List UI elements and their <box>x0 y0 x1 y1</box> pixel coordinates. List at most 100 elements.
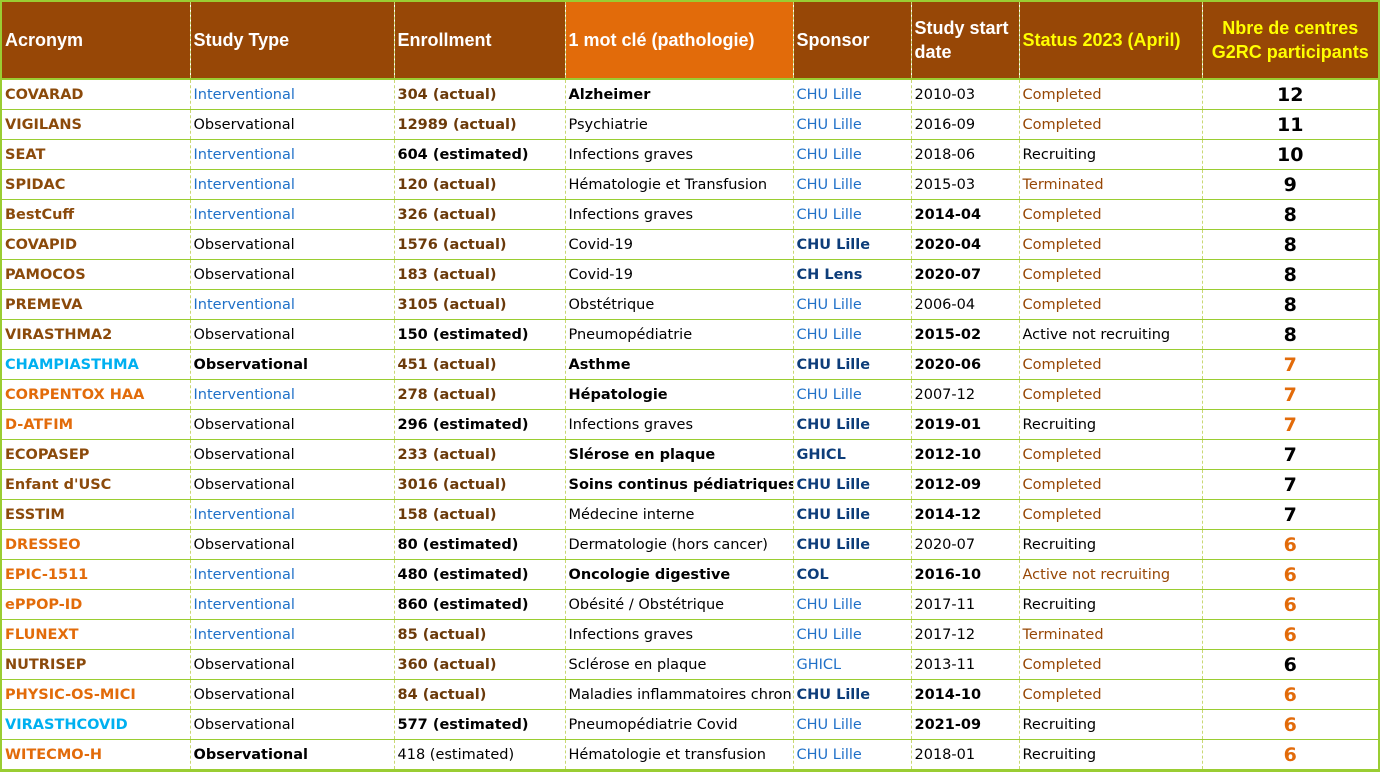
cell-acronym[interactable]: COVAPID <box>2 229 190 260</box>
cell-start-date[interactable]: 2020-07 <box>910 259 1019 290</box>
cell-status[interactable]: Completed <box>1018 439 1202 470</box>
cell-sponsor[interactable]: CHU Lille <box>792 109 911 140</box>
cell-enrollment[interactable]: 360 (actual) <box>393 649 565 680</box>
cell-enrollment[interactable]: 12989 (actual) <box>393 109 565 140</box>
cell-keyword[interactable]: Asthme <box>564 349 793 380</box>
cell-sponsor[interactable]: CHU Lille <box>792 349 911 380</box>
cell-enrollment[interactable]: 3105 (actual) <box>393 289 565 320</box>
cell-enrollment[interactable]: 326 (actual) <box>393 199 565 230</box>
cell-acronym[interactable]: DRESSEO <box>2 529 190 560</box>
cell-study-type[interactable]: Observational <box>189 469 394 500</box>
cell-keyword[interactable]: Obésité / Obstétrique <box>564 589 793 620</box>
cell-status[interactable]: Completed <box>1018 79 1202 110</box>
cell-enrollment[interactable]: 80 (estimated) <box>393 529 565 560</box>
cell-acronym[interactable]: BestCuff <box>2 199 190 230</box>
cell-study-type[interactable]: Observational <box>189 319 394 350</box>
cell-keyword[interactable]: Oncologie digestive <box>564 559 793 590</box>
cell-start-date[interactable]: 2020-04 <box>910 229 1019 260</box>
cell-enrollment[interactable]: 480 (estimated) <box>393 559 565 590</box>
cell-status[interactable]: Recruiting <box>1018 739 1202 771</box>
cell-sponsor[interactable]: CHU Lille <box>792 139 911 170</box>
cell-start-date[interactable]: 2020-07 <box>910 529 1019 560</box>
cell-centres[interactable]: 6 <box>1201 529 1378 560</box>
cell-acronym[interactable]: COVARAD <box>2 79 190 110</box>
header-keyword[interactable]: 1 mot clé (pathologie) <box>564 2 793 80</box>
cell-start-date[interactable]: 2018-06 <box>910 139 1019 170</box>
cell-centres[interactable]: 8 <box>1201 229 1378 260</box>
cell-acronym[interactable]: VIRASTHCOVID <box>2 709 190 740</box>
cell-centres[interactable]: 9 <box>1201 169 1378 200</box>
cell-sponsor[interactable]: CHU Lille <box>792 469 911 500</box>
cell-sponsor[interactable]: CH Lens <box>792 259 911 290</box>
cell-sponsor[interactable]: CHU Lille <box>792 499 911 530</box>
cell-keyword[interactable]: Hématologie et transfusion <box>564 739 793 771</box>
cell-keyword[interactable]: Hépatologie <box>564 379 793 410</box>
header-enrollment[interactable]: Enrollment <box>393 2 565 80</box>
cell-acronym[interactable]: EPIC-1511 <box>2 559 190 590</box>
cell-study-type[interactable]: Observational <box>189 679 394 710</box>
cell-sponsor[interactable]: CHU Lille <box>792 379 911 410</box>
cell-acronym[interactable]: D-ATFIM <box>2 409 190 440</box>
cell-centres[interactable]: 7 <box>1201 409 1378 440</box>
cell-status[interactable]: Completed <box>1018 679 1202 710</box>
cell-centres[interactable]: 8 <box>1201 289 1378 320</box>
cell-enrollment[interactable]: 183 (actual) <box>393 259 565 290</box>
cell-start-date[interactable]: 2013-11 <box>910 649 1019 680</box>
cell-centres[interactable]: 8 <box>1201 319 1378 350</box>
cell-study-type[interactable]: Observational <box>189 259 394 290</box>
cell-centres[interactable]: 8 <box>1201 259 1378 290</box>
cell-sponsor[interactable]: CHU Lille <box>792 289 911 320</box>
cell-keyword[interactable]: Psychiatrie <box>564 109 793 140</box>
cell-centres[interactable]: 7 <box>1201 439 1378 470</box>
cell-enrollment[interactable]: 150 (estimated) <box>393 319 565 350</box>
cell-acronym[interactable]: WITECMO-H <box>2 739 190 771</box>
cell-status[interactable]: Completed <box>1018 289 1202 320</box>
header-centres[interactable]: Nbre de centres G2RC participants <box>1201 2 1378 80</box>
header-acronym[interactable]: Acronym <box>2 2 190 80</box>
cell-keyword[interactable]: Infections graves <box>564 619 793 650</box>
cell-keyword[interactable]: Infections graves <box>564 139 793 170</box>
cell-keyword[interactable]: Hématologie et Transfusion <box>564 169 793 200</box>
cell-status[interactable]: Completed <box>1018 649 1202 680</box>
cell-status[interactable]: Recruiting <box>1018 529 1202 560</box>
cell-centres[interactable]: 7 <box>1201 349 1378 380</box>
cell-centres[interactable]: 6 <box>1201 709 1378 740</box>
cell-start-date[interactable]: 2018-01 <box>910 739 1019 771</box>
cell-enrollment[interactable]: 418 (estimated) <box>393 739 565 771</box>
cell-sponsor[interactable]: GHICL <box>792 439 911 470</box>
cell-keyword[interactable]: Pneumopédiatrie <box>564 319 793 350</box>
cell-keyword[interactable]: Soins continus pédiatriques <box>564 469 793 500</box>
cell-centres[interactable]: 6 <box>1201 619 1378 650</box>
cell-study-type[interactable]: Observational <box>189 529 394 560</box>
cell-sponsor[interactable]: CHU Lille <box>792 409 911 440</box>
cell-acronym[interactable]: CHAMPIASTHMA <box>2 349 190 380</box>
cell-acronym[interactable]: ESSTIM <box>2 499 190 530</box>
cell-enrollment[interactable]: 451 (actual) <box>393 349 565 380</box>
cell-enrollment[interactable]: 85 (actual) <box>393 619 565 650</box>
cell-status[interactable]: Completed <box>1018 379 1202 410</box>
header-status[interactable]: Status 2023 (April) <box>1018 2 1202 80</box>
cell-sponsor[interactable]: COL <box>792 559 911 590</box>
cell-acronym[interactable]: SPIDAC <box>2 169 190 200</box>
cell-start-date[interactable]: 2014-04 <box>910 199 1019 230</box>
cell-start-date[interactable]: 2016-10 <box>910 559 1019 590</box>
cell-study-type[interactable]: Interventional <box>189 499 394 530</box>
cell-sponsor[interactable]: CHU Lille <box>792 169 911 200</box>
cell-centres[interactable]: 8 <box>1201 199 1378 230</box>
cell-status[interactable]: Recruiting <box>1018 589 1202 620</box>
cell-start-date[interactable]: 2019-01 <box>910 409 1019 440</box>
cell-status[interactable]: Recruiting <box>1018 409 1202 440</box>
cell-start-date[interactable]: 2012-09 <box>910 469 1019 500</box>
cell-start-date[interactable]: 2006-04 <box>910 289 1019 320</box>
cell-acronym[interactable]: VIGILANS <box>2 109 190 140</box>
cell-start-date[interactable]: 2021-09 <box>910 709 1019 740</box>
cell-sponsor[interactable]: CHU Lille <box>792 199 911 230</box>
cell-status[interactable]: Completed <box>1018 229 1202 260</box>
cell-acronym[interactable]: PHYSIC-OS-MICI <box>2 679 190 710</box>
cell-start-date[interactable]: 2020-06 <box>910 349 1019 380</box>
cell-keyword[interactable]: Covid-19 <box>564 259 793 290</box>
cell-start-date[interactable]: 2015-02 <box>910 319 1019 350</box>
cell-status[interactable]: Completed <box>1018 199 1202 230</box>
cell-sponsor[interactable]: CHU Lille <box>792 739 911 771</box>
cell-enrollment[interactable]: 84 (actual) <box>393 679 565 710</box>
